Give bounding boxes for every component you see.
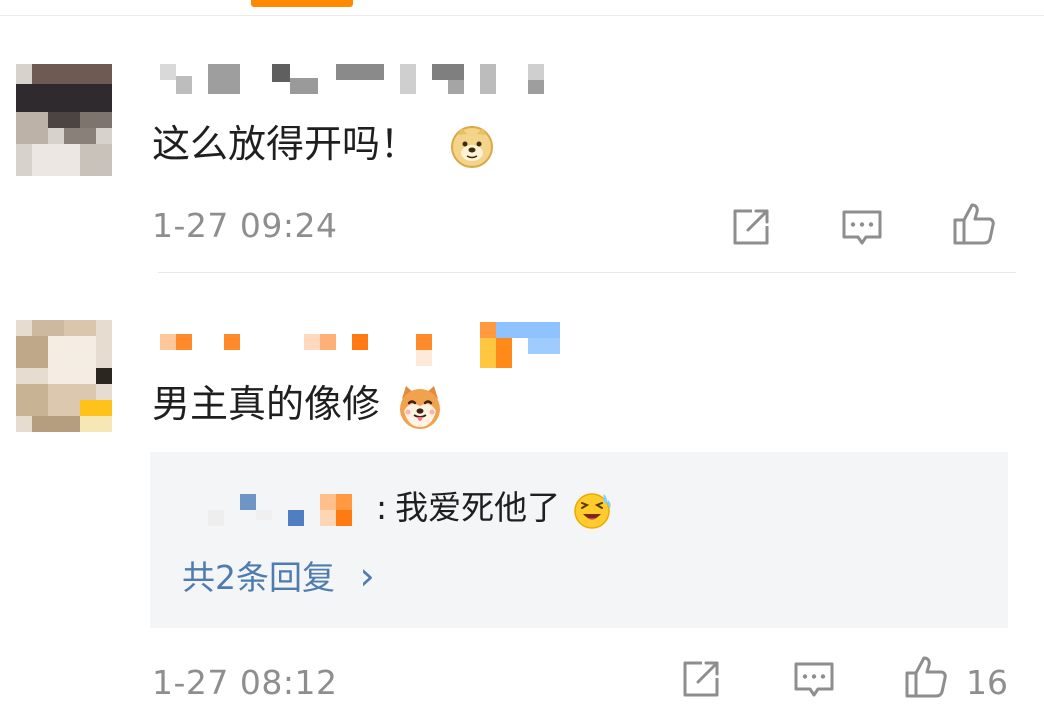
view-replies-link[interactable]: 共2条回复 › (182, 554, 375, 600)
active-tab-indicator (251, 0, 353, 7)
top-divider (0, 15, 1044, 16)
comment-time: 1-27 09:24 (152, 206, 338, 245)
comment-bubble-icon (842, 210, 882, 245)
comment-divider (158, 272, 1016, 273)
thumbs-up-icon (905, 656, 947, 698)
share-icon (733, 209, 769, 245)
comment-bubble-icon (794, 662, 834, 697)
reply-line: : 我爱死他了 (376, 486, 613, 530)
share-button[interactable] (726, 204, 774, 252)
like-count: 16 (966, 663, 1008, 702)
thumbs-up-icon (953, 203, 995, 245)
doge-icon (450, 125, 494, 169)
like-button[interactable] (902, 653, 950, 701)
crying-laugh-icon (573, 490, 613, 530)
reply-text: 我爱死他了 (395, 488, 561, 527)
username-masked[interactable] (160, 322, 560, 368)
comment-text: 男主真的像修 (152, 380, 444, 431)
like-button[interactable] (950, 200, 998, 248)
share-icon (683, 661, 719, 697)
share-button[interactable] (676, 656, 724, 704)
shiba-dog-icon (396, 383, 444, 431)
comment-button[interactable] (838, 204, 886, 252)
avatar[interactable] (16, 320, 112, 432)
comment-time: 1-27 08:12 (152, 663, 338, 702)
view-replies-label: 共2条回复 (182, 558, 335, 597)
reply-username-masked[interactable] (208, 494, 376, 526)
avatar[interactable] (16, 64, 112, 176)
comment-button[interactable] (790, 656, 838, 704)
reply-separator: : (376, 488, 388, 527)
chevron-right-icon: › (359, 554, 375, 598)
reply-preview-box[interactable] (150, 452, 1008, 628)
comment-text: 这么放得开吗！ (152, 120, 494, 169)
username-masked[interactable] (160, 64, 550, 94)
